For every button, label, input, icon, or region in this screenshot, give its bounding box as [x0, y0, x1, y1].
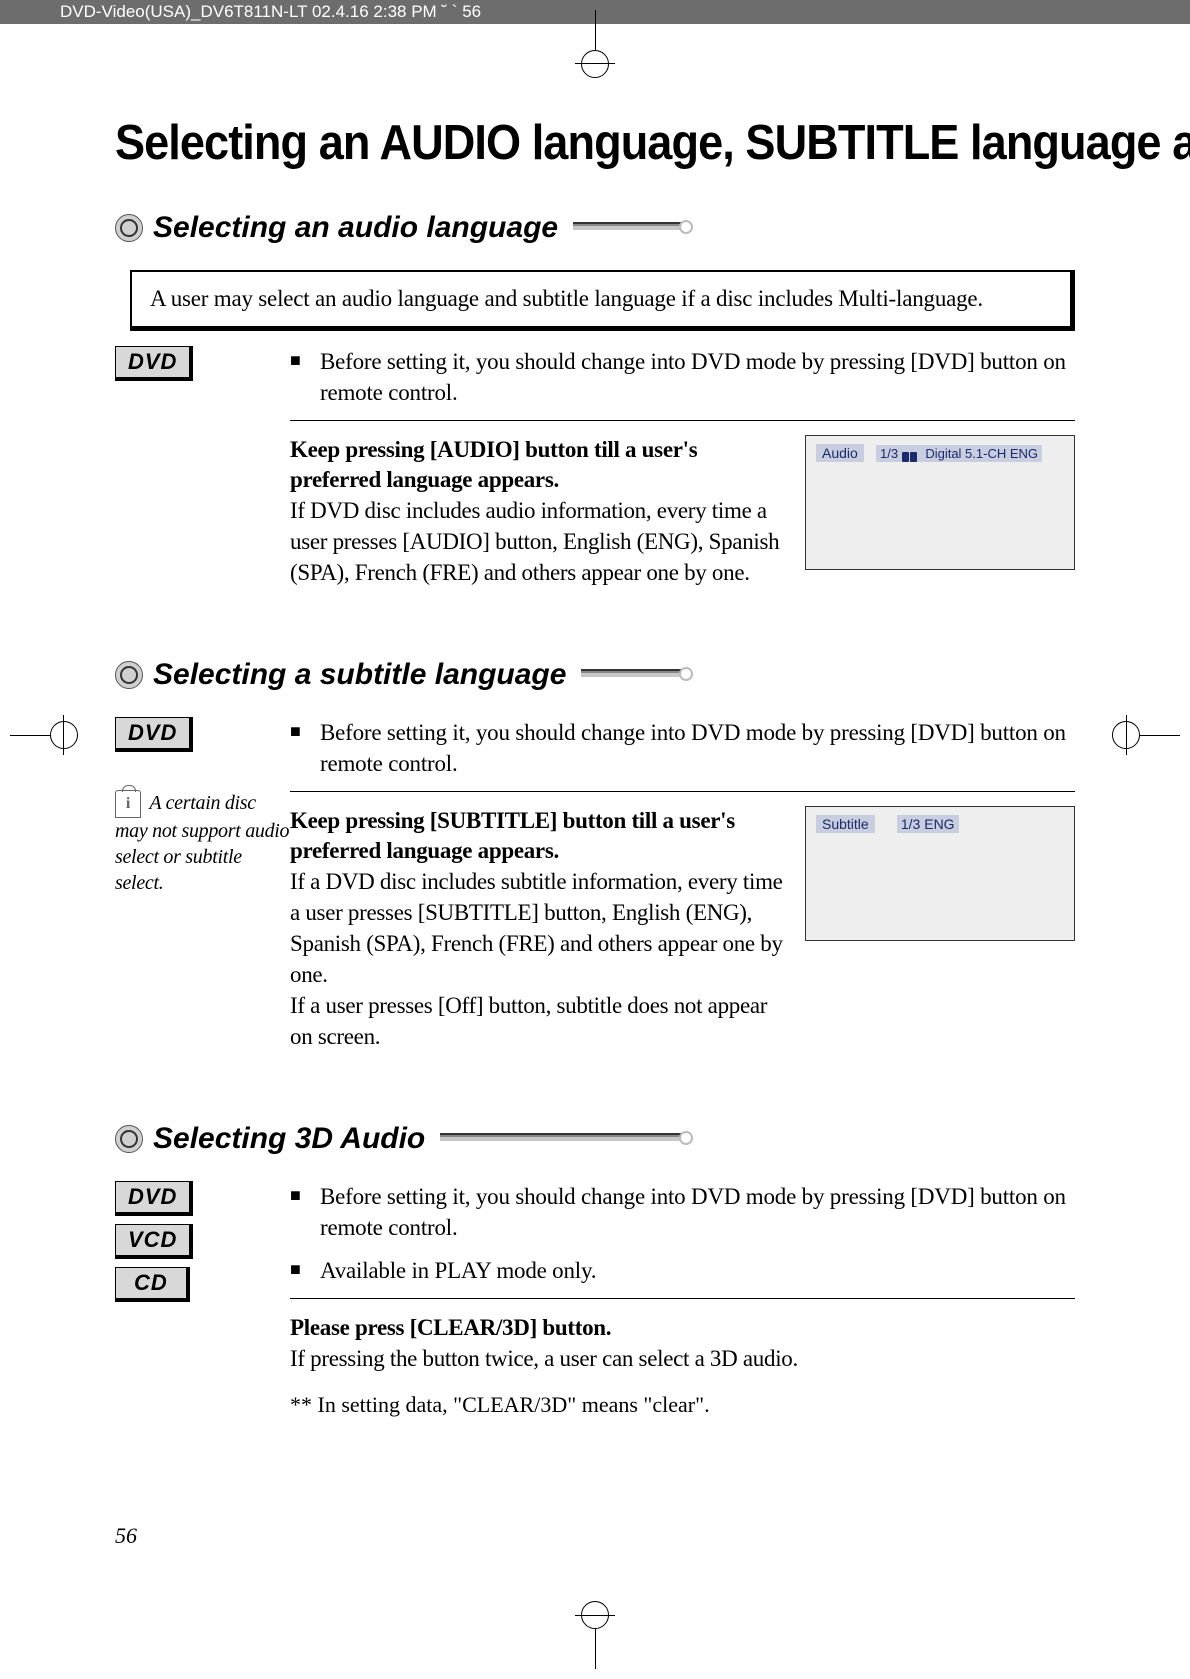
- dolby-icon: [902, 449, 922, 461]
- divider: [290, 420, 1075, 421]
- section-heading-subtitle: Selecting a subtitle language: [153, 658, 566, 692]
- instruction-bold-3d: Please press [CLEAR/3D] button.: [290, 1313, 1075, 1343]
- note-subtitle: Before setting it, you should change int…: [290, 717, 1075, 779]
- instruction-bold-subtitle: Keep pressing [SUBTITLE] button till a u…: [290, 806, 785, 866]
- tip-note: A certain disc may not support audio sel…: [115, 790, 290, 896]
- crop-mark-right: [1120, 720, 1180, 750]
- instruction-bold-audio: Keep pressing [AUDIO] button till a user…: [290, 435, 785, 495]
- heading-rule: [440, 1133, 685, 1145]
- section-bullet-icon: [115, 1125, 143, 1153]
- note-3d-1: Before setting it, you should change int…: [290, 1181, 1075, 1243]
- badge-dvd: DVD: [115, 717, 193, 752]
- osd-label-audio: Audio: [816, 444, 864, 462]
- tip-text: A certain disc may not support audio sel…: [115, 792, 289, 894]
- crop-mark-top: [580, 10, 610, 70]
- section-heading-3d: Selecting 3D Audio: [153, 1122, 425, 1156]
- intro-text: A user may select an audio language and …: [132, 272, 1070, 326]
- page-number: 56: [115, 1523, 137, 1549]
- instruction-body-subtitle: If a DVD disc includes subtitle informat…: [290, 866, 785, 990]
- section-bullet-icon: [115, 214, 143, 242]
- intro-box: A user may select an audio language and …: [130, 270, 1075, 331]
- osd-prefix: 1/3: [880, 446, 898, 461]
- osd-value-subtitle: 1/3 ENG: [897, 815, 959, 833]
- crop-mark-bottom: [580, 1609, 610, 1669]
- osd-box-audio: Audio 1/3 Digital 5.1-CH ENG: [805, 435, 1075, 570]
- badge-dvd: DVD: [115, 1181, 193, 1216]
- divider: [290, 791, 1075, 792]
- heading-rule: [581, 669, 685, 681]
- section-heading-audio: Selecting an audio language: [153, 211, 558, 245]
- instruction-body-3d: If pressing the button twice, a user can…: [290, 1343, 1075, 1374]
- instruction-body-audio: If DVD disc includes audio information, …: [290, 495, 785, 588]
- tip-icon: [115, 790, 141, 818]
- osd-value-audio: 1/3 Digital 5.1-CH ENG: [876, 445, 1042, 462]
- divider: [290, 1298, 1075, 1299]
- badge-vcd: VCD: [115, 1224, 193, 1259]
- instruction-body2-subtitle: If a user presses [Off] button, subtitle…: [290, 990, 785, 1052]
- main-title: Selecting an AUDIO language, SUBTITLE la…: [115, 115, 998, 171]
- osd-suffix: Digital 5.1-CH ENG: [925, 446, 1038, 461]
- note-audio: Before setting it, you should change int…: [290, 346, 1075, 408]
- crop-mark-left: [10, 720, 70, 750]
- badge-dvd: DVD: [115, 346, 193, 381]
- badge-cd: CD: [115, 1267, 190, 1302]
- footnote-3d: ** In setting data, "CLEAR/3D" means "cl…: [290, 1392, 1075, 1418]
- osd-label-subtitle: Subtitle: [816, 815, 875, 833]
- section-bullet-icon: [115, 661, 143, 689]
- heading-rule: [573, 222, 685, 234]
- osd-box-subtitle: Subtitle 1/3 ENG: [805, 806, 1075, 941]
- note-3d-2: Available in PLAY mode only.: [290, 1255, 1075, 1286]
